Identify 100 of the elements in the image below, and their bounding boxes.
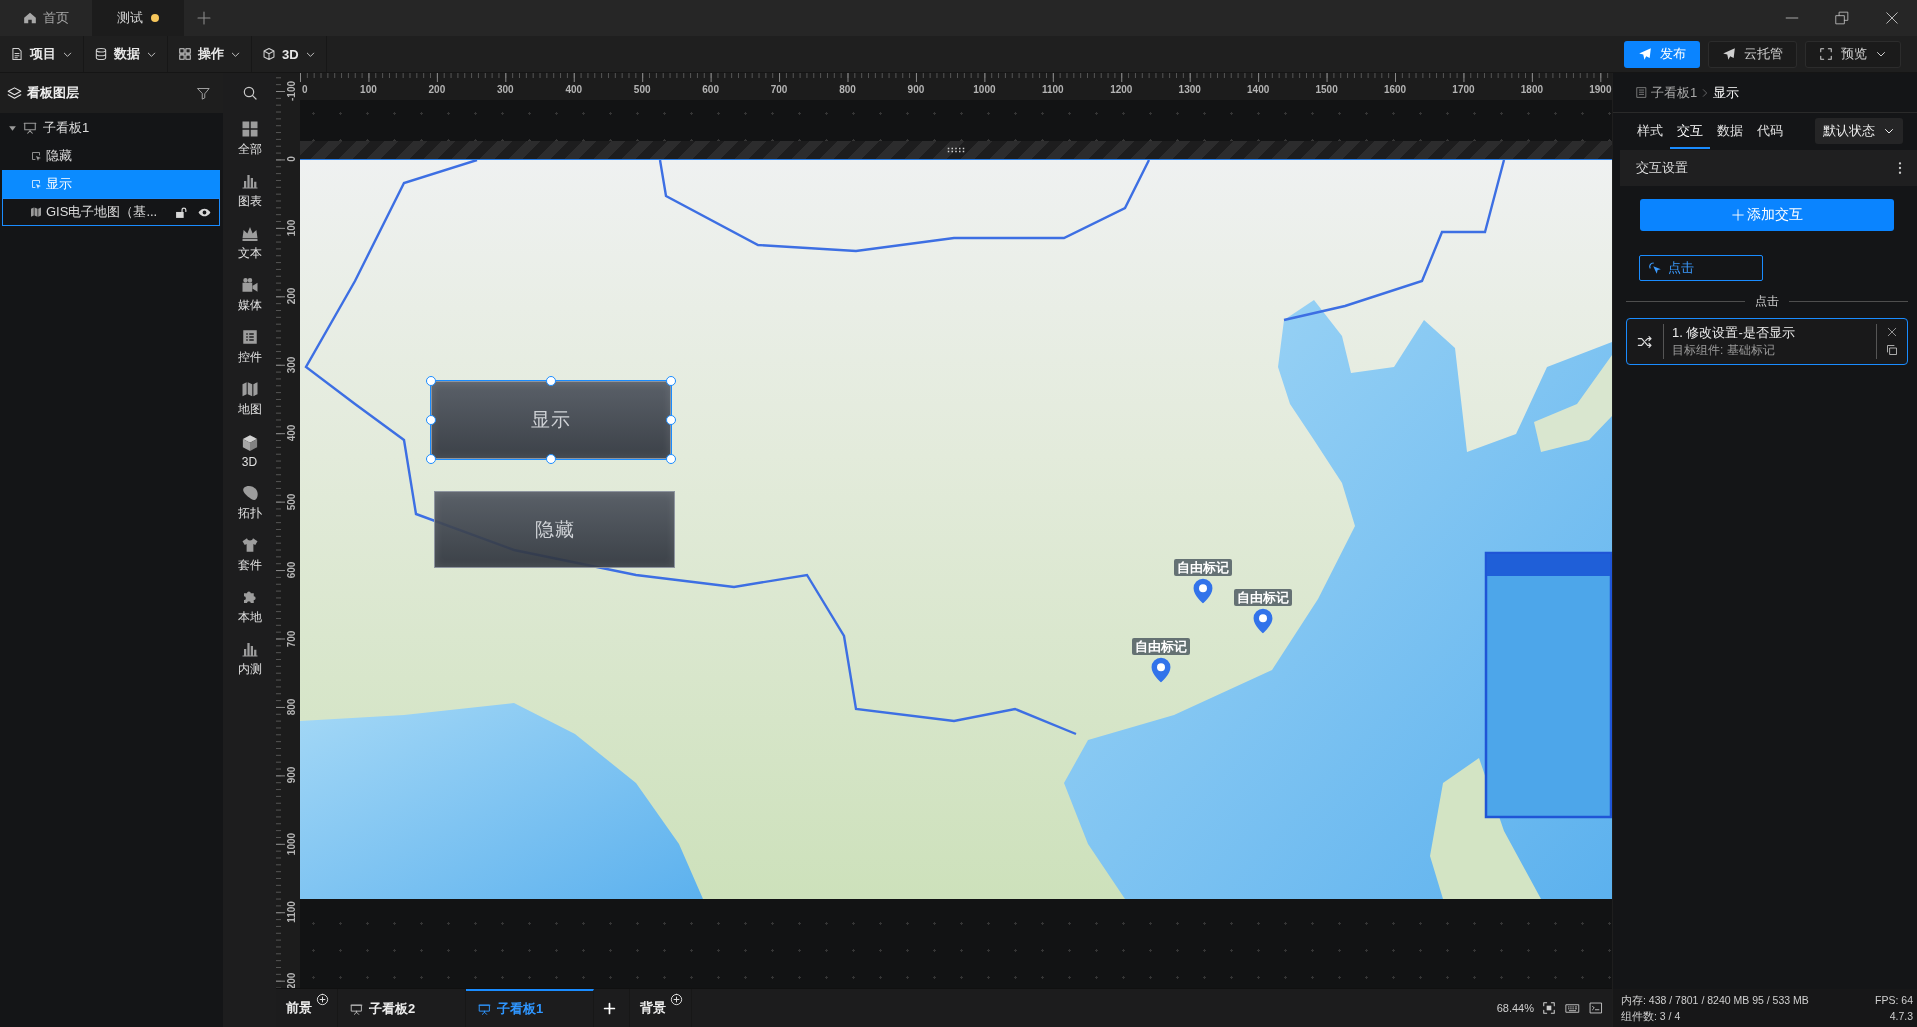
toolbar-button[interactable]: 发布 — [1624, 40, 1700, 68]
section-title: 交互设置 — [1636, 159, 1688, 177]
menu-button[interactable]: 项目 — [0, 36, 84, 72]
ruler-label: 1000 — [973, 84, 996, 96]
toolbar-button[interactable]: 预览 — [1805, 40, 1901, 68]
inspector-tab[interactable]: 样式 — [1630, 113, 1670, 149]
ruler-label: 700 — [770, 84, 788, 96]
ruler-label: 100 — [286, 219, 297, 237]
ruler-label: 0 — [302, 84, 308, 96]
resize-handle[interactable] — [666, 415, 676, 425]
map-pin-icon[interactable] — [1151, 657, 1171, 683]
scene-tab[interactable]: 背景 — [640, 999, 666, 1017]
plus-icon — [1731, 208, 1745, 222]
ruler-label: 600 — [702, 84, 719, 96]
ruler-label: 200 — [428, 84, 446, 96]
category-button[interactable]: 内测 — [223, 633, 276, 685]
toolbar-button[interactable]: 云托管 — [1708, 40, 1797, 68]
ruler-label: 100 — [360, 84, 377, 96]
bar-chart-icon — [240, 172, 259, 190]
caret-icon[interactable] — [8, 123, 17, 133]
padlock-icon[interactable] — [175, 205, 188, 219]
ruler-label: 1100 — [286, 901, 297, 924]
ruler-label: 200 — [286, 287, 297, 305]
resize-handle[interactable] — [666, 454, 676, 464]
ruler-label: 1000 — [286, 832, 297, 855]
ruler-label: 1500 — [1315, 84, 1338, 96]
document-icon — [1635, 86, 1648, 99]
map-pin-icon[interactable] — [1193, 578, 1213, 604]
ruler-label: 400 — [286, 424, 297, 442]
document-tab[interactable]: 测试 — [92, 0, 184, 36]
easel-icon — [350, 1002, 363, 1016]
filter-icon[interactable] — [196, 85, 211, 101]
action-title: 1. 修改设置-是否显示 — [1672, 325, 1796, 341]
ruler-label: 1300 — [1178, 84, 1201, 96]
drag-handle-icon[interactable] — [947, 147, 965, 153]
close-icon[interactable] — [1885, 11, 1899, 25]
category-button[interactable]: 媒体 — [223, 269, 276, 321]
state-dropdown[interactable]: 默认状态 — [1815, 118, 1903, 144]
terminal-icon[interactable] — [1589, 1001, 1603, 1015]
resize-handle[interactable] — [546, 376, 556, 386]
breadcrumb-item[interactable]: 子看板1 — [1651, 83, 1698, 102]
ruler-label: 800 — [286, 698, 297, 716]
ruler-label: 500 — [633, 84, 651, 96]
canvas-button[interactable]: 隐藏 — [434, 491, 675, 568]
file-icon — [10, 47, 24, 61]
action-target: 目标组件: 基础标记 — [1672, 343, 1776, 358]
search-icon[interactable] — [241, 85, 258, 101]
category-button[interactable]: 3D — [223, 425, 276, 477]
menu-button[interactable]: 数据 — [84, 36, 168, 72]
map-icon — [240, 380, 259, 398]
category-button[interactable]: 控件 — [223, 321, 276, 373]
grid-icon — [178, 47, 192, 61]
cursor-box-icon — [30, 178, 42, 190]
category-button[interactable]: 文本 — [223, 217, 276, 269]
action-card[interactable]: 1. 修改设置-是否显示 目标组件: 基础标记 — [1626, 318, 1908, 365]
resize-handle[interactable] — [426, 454, 436, 464]
fps-readout: FPS: 64 — [1875, 993, 1913, 1007]
ruler-label: 1100 — [1042, 84, 1064, 96]
resize-handle[interactable] — [666, 376, 676, 386]
resize-handle[interactable] — [426, 415, 436, 425]
inspector-tab[interactable]: 数据 — [1710, 113, 1750, 149]
map-icon — [30, 206, 42, 218]
layer-item[interactable]: GIS电子地图（基... — [2, 198, 220, 226]
copy-icon[interactable] — [1886, 343, 1898, 356]
marker-label: 自由标记 — [1132, 638, 1190, 655]
category-button[interactable]: 套件 — [223, 529, 276, 581]
fit-screen-icon[interactable] — [1542, 1001, 1556, 1015]
paper-plane-icon — [1722, 47, 1736, 61]
layer-item[interactable]: 隐藏 — [2, 142, 220, 170]
board-tab[interactable]: 子看板1 — [466, 989, 594, 1027]
menu-button[interactable]: 3D — [252, 36, 327, 72]
scene-tab[interactable]: 前景 — [286, 999, 312, 1017]
menu-button[interactable]: 操作 — [168, 36, 252, 72]
ruler-label: 500 — [286, 493, 297, 510]
version-label: 4.7.3 — [1889, 1009, 1913, 1023]
add-interaction-button[interactable]: 添加交互 — [1640, 199, 1894, 231]
trigger-chip[interactable]: 点击 — [1639, 255, 1763, 281]
cursor-click-icon — [1648, 261, 1662, 275]
inspector-tab[interactable]: 代码 — [1750, 113, 1790, 149]
canvas-button[interactable]: 显示 — [431, 381, 671, 459]
cube-icon — [240, 433, 259, 452]
category-button[interactable]: 全部 — [223, 113, 276, 165]
document-tab[interactable]: 首页 — [0, 0, 92, 36]
category-button[interactable]: 地图 — [223, 373, 276, 425]
breadcrumb-item: 显示 — [1713, 83, 1740, 102]
layer-item[interactable]: 子看板1 — [2, 114, 220, 142]
close-icon[interactable] — [1887, 327, 1897, 338]
category-button[interactable]: 拓扑 — [223, 477, 276, 529]
map-pin-icon[interactable] — [1253, 608, 1273, 634]
category-button[interactable]: 图表 — [223, 165, 276, 217]
resize-handle[interactable] — [546, 454, 556, 464]
category-button[interactable]: 本地 — [223, 581, 276, 633]
board-tab[interactable]: 子看板2 — [338, 989, 466, 1027]
ruler-label: 300 — [496, 84, 514, 96]
restore-icon[interactable] — [1835, 11, 1849, 25]
resize-handle[interactable] — [426, 376, 436, 386]
ruler-label: 800 — [839, 84, 856, 96]
easel-icon — [23, 121, 37, 135]
ruler-label: 0 — [286, 156, 297, 163]
cursor-box-icon — [30, 150, 42, 162]
